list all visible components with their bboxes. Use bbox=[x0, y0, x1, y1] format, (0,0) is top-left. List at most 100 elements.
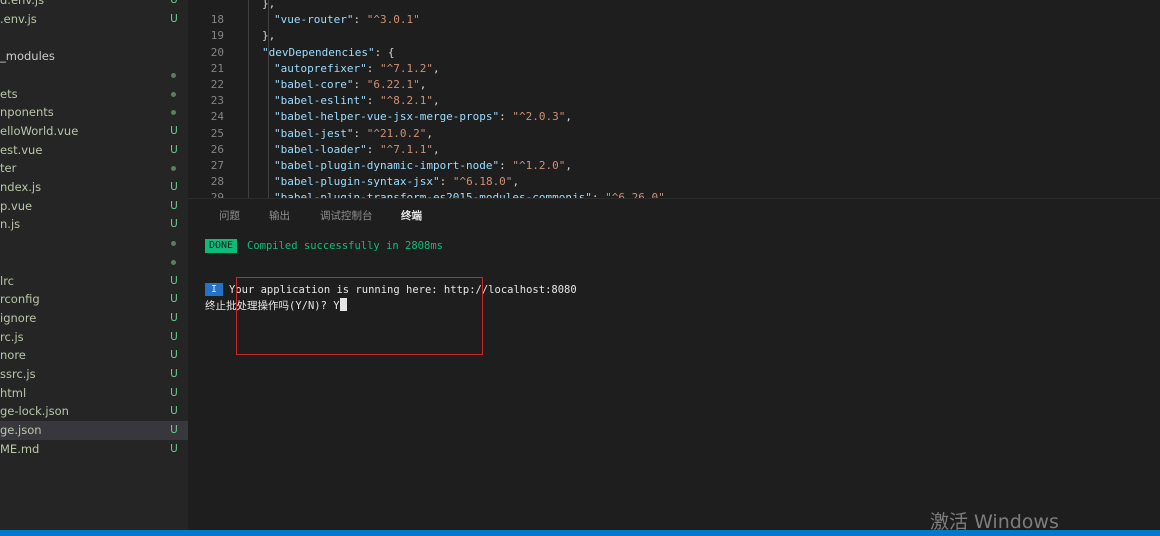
code-text: "babel-loader": "^7.1.1", bbox=[274, 142, 440, 158]
annotation-highlight-box bbox=[236, 277, 483, 355]
explorer-item[interactable]: nore U bbox=[0, 346, 188, 365]
explorer-item[interactable]: p.vue U bbox=[0, 197, 188, 216]
explorer-item[interactable] bbox=[0, 28, 188, 47]
code-line: 27 "babel-plugin-dynamic-import-node": "^… bbox=[188, 158, 1160, 174]
explorer-item-label: ssrc.js bbox=[0, 367, 36, 381]
json-key: "babel-core" bbox=[274, 78, 354, 91]
json-colon: : bbox=[499, 159, 513, 172]
git-status-badge: U bbox=[170, 293, 178, 306]
explorer-item[interactable]: _modules bbox=[0, 47, 188, 66]
json-value: "^7.1.1" bbox=[379, 142, 433, 156]
json-punctuation: , bbox=[432, 94, 440, 108]
explorer-item[interactable]: n.js U bbox=[0, 215, 188, 234]
explorer-item-label: nponents bbox=[0, 105, 54, 120]
explorer-item[interactable]: rconfig U bbox=[0, 290, 188, 309]
json-colon: : bbox=[353, 126, 367, 140]
line-number: 19 bbox=[210, 29, 224, 43]
line-number: 26 bbox=[210, 142, 224, 156]
git-status-badge: U bbox=[170, 124, 178, 137]
explorer-item[interactable]: est.vue U bbox=[0, 141, 188, 160]
line-number: 21 bbox=[210, 61, 224, 75]
explorer-item[interactable]: .env.js U bbox=[0, 10, 188, 29]
tab-output[interactable]: 输出 bbox=[269, 207, 290, 225]
explorer-item-label: est.vue bbox=[0, 142, 43, 157]
code-line: 20 "devDependencies": { bbox=[188, 45, 1160, 61]
code-line: 19}, bbox=[188, 28, 1160, 44]
json-key: "devDependencies" bbox=[262, 45, 375, 59]
explorer-item-label: ignore bbox=[0, 310, 37, 325]
json-value: "^6.18.0" bbox=[452, 175, 513, 189]
explorer-item-label: ndex.js bbox=[0, 180, 42, 194]
code-line: 21 "autoprefixer": "^7.1.2", bbox=[188, 61, 1160, 77]
json-punctuation: , bbox=[419, 78, 427, 91]
git-status-badge: U bbox=[170, 349, 178, 362]
explorer-item[interactable]: lrc U bbox=[0, 272, 188, 291]
code-text: "vue-router": "^3.0.1" bbox=[274, 12, 420, 28]
explorer-item-label: lrc bbox=[0, 273, 14, 288]
json-punctuation: }, bbox=[262, 29, 276, 43]
code-text: "babel-plugin-dynamic-import-node": "^1.… bbox=[274, 158, 572, 174]
explorer-item[interactable]: nponents bbox=[0, 103, 188, 122]
modified-dot-icon bbox=[171, 110, 176, 116]
git-status-badge: U bbox=[170, 311, 178, 324]
code-text: "babel-eslint": "^8.2.1", bbox=[274, 93, 440, 109]
explorer-item[interactable]: ter bbox=[0, 159, 188, 178]
explorer-item[interactable]: ignore U bbox=[0, 309, 188, 328]
explorer-item-label: rconfig bbox=[0, 292, 40, 307]
line-number: 27 bbox=[210, 159, 224, 172]
explorer-item[interactable]: d.env.js U bbox=[0, 0, 188, 10]
json-colon: : bbox=[366, 61, 380, 75]
explorer-item[interactable]: ge.json U bbox=[0, 421, 188, 441]
explorer-item[interactable]: elloWorld.vue U bbox=[0, 122, 188, 141]
line-number: 28 bbox=[210, 175, 224, 189]
explorer-item[interactable]: rc.js U bbox=[0, 328, 188, 347]
code-line: }, bbox=[188, 0, 1160, 12]
line-number: 29 bbox=[210, 191, 224, 198]
json-colon: : bbox=[353, 13, 367, 27]
explorer-item-label: nore bbox=[0, 348, 26, 363]
json-key: "babel-plugin-dynamic-import-node" bbox=[274, 159, 500, 172]
git-status-badge: U bbox=[170, 274, 178, 287]
json-punctuation: , bbox=[565, 159, 573, 172]
git-status-badge: U bbox=[170, 442, 178, 455]
json-value: "^8.2.1" bbox=[379, 94, 433, 108]
json-punctuation: , bbox=[426, 126, 433, 140]
explorer-item-label: ter bbox=[0, 161, 17, 176]
modified-dot-icon bbox=[171, 166, 176, 172]
json-colon: : bbox=[353, 78, 367, 91]
tab-debug-console[interactable]: 调试控制台 bbox=[320, 207, 373, 225]
line-number: 22 bbox=[210, 78, 224, 91]
code-editor[interactable]: }, 18 "vue-router": "^3.0.1" 19}, 20 "devDepe… bbox=[188, 0, 1160, 198]
json-colon: : bbox=[499, 110, 513, 124]
explorer-item[interactable]: ets bbox=[0, 85, 188, 104]
explorer-item[interactable]: ndex.js U bbox=[0, 178, 188, 197]
json-colon: : bbox=[366, 142, 380, 156]
explorer-item[interactable]: ssrc.js U bbox=[0, 365, 188, 384]
explorer-item-label: ets bbox=[0, 86, 18, 101]
code-line: 22 "babel-core": "6.22.1", bbox=[188, 77, 1160, 93]
tab-terminal[interactable]: 终端 bbox=[401, 207, 422, 225]
explorer-item[interactable]: ge-lock.json U bbox=[0, 402, 188, 421]
line-number: 23 bbox=[210, 94, 224, 108]
explorer-item-label: html bbox=[0, 385, 27, 400]
json-value: "^6.26.0" bbox=[605, 191, 665, 198]
explorer-item[interactable]: ME.md U bbox=[0, 440, 188, 459]
git-status-badge: U bbox=[170, 405, 178, 418]
json-key: "vue-router" bbox=[274, 13, 354, 27]
code-line: 26 "babel-loader": "^7.1.1", bbox=[188, 142, 1160, 158]
code-text: "devDependencies": { bbox=[262, 45, 394, 61]
info-badge: I bbox=[205, 283, 223, 296]
git-status-badge: U bbox=[170, 330, 178, 343]
json-punctuation: , bbox=[512, 175, 520, 189]
explorer-item[interactable] bbox=[0, 253, 188, 272]
explorer-item[interactable]: html U bbox=[0, 384, 188, 403]
code-line: 23 "babel-eslint": "^8.2.1", bbox=[188, 93, 1160, 109]
code-line: 25 "babel-jest": "^21.0.2", bbox=[188, 126, 1160, 142]
explorer-item[interactable] bbox=[0, 234, 188, 253]
json-value: "^1.2.0" bbox=[512, 159, 566, 172]
explorer-item[interactable] bbox=[0, 66, 188, 85]
explorer-item-label: .env.js bbox=[0, 11, 37, 26]
tab-problems[interactable]: 问题 bbox=[219, 207, 240, 225]
json-punctuation: , bbox=[432, 61, 440, 75]
git-status-badge: U bbox=[170, 12, 178, 25]
